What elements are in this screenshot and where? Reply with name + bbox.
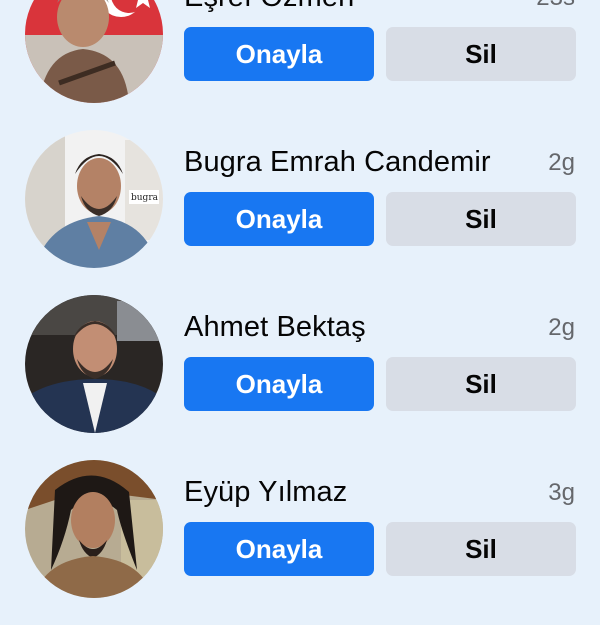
profile-photo: [25, 295, 163, 433]
request-time: 3g: [548, 479, 575, 506]
svg-text:bugra: bugra: [131, 193, 159, 203]
delete-button[interactable]: Sil: [386, 357, 576, 411]
confirm-button[interactable]: Onayla: [184, 192, 374, 246]
friend-request-row: Eşref Özmen 23s Onayla Sil: [0, 0, 600, 130]
request-time: 2g: [548, 149, 575, 176]
profile-photo: [25, 460, 163, 598]
profile-photo-avatar[interactable]: [25, 295, 163, 433]
profile-photo-avatar[interactable]: [25, 0, 163, 103]
requester-name[interactable]: Ahmet Bektaş: [184, 311, 366, 344]
profile-photo-avatar[interactable]: bugra: [25, 130, 163, 268]
confirm-button[interactable]: Onayla: [184, 357, 374, 411]
request-time: 2g: [548, 314, 575, 341]
delete-button[interactable]: Sil: [386, 27, 576, 81]
confirm-button[interactable]: Onayla: [184, 27, 374, 81]
request-time: 23s: [536, 0, 575, 12]
friend-request-list: Eşref Özmen 23s Onayla Sil bugra Bugra E…: [0, 0, 600, 625]
requester-name[interactable]: Eyüp Yılmaz: [184, 476, 347, 509]
confirm-button[interactable]: Onayla: [184, 522, 374, 576]
profile-photo-avatar[interactable]: [25, 460, 163, 598]
delete-button[interactable]: Sil: [386, 192, 576, 246]
friend-request-row: bugra Bugra Emrah Candemir 2g Onayla Sil: [0, 130, 600, 295]
friend-request-row: Ahmet Bektaş 2g Onayla Sil: [0, 295, 600, 460]
delete-button[interactable]: Sil: [386, 522, 576, 576]
requester-name[interactable]: Bugra Emrah Candemir: [184, 146, 491, 179]
requester-name[interactable]: Eşref Özmen: [184, 0, 354, 14]
profile-photo: bugra: [25, 130, 163, 268]
friend-request-row: Eyüp Yılmaz 3g Onayla Sil: [0, 460, 600, 625]
profile-photo: [25, 0, 163, 103]
